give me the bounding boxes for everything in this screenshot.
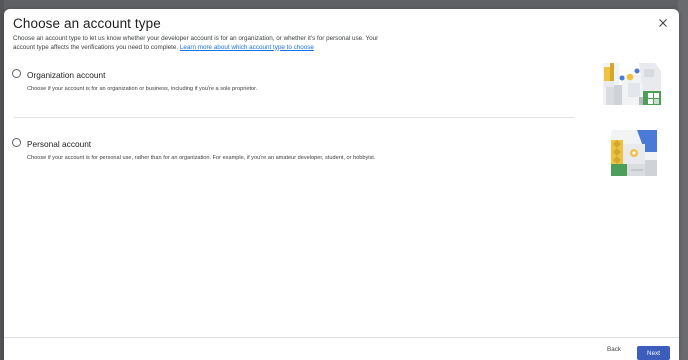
option-divider — [14, 117, 574, 118]
close-icon — [659, 19, 667, 27]
learn-more-link[interactable]: Learn more about which account type to c… — [180, 44, 314, 51]
footer-divider — [4, 337, 679, 338]
close-button[interactable] — [656, 16, 670, 30]
organization-radio[interactable] — [12, 69, 21, 78]
organization-title: Organization account — [27, 70, 106, 80]
organization-subtitle: Choose if your account is for an organiz… — [27, 86, 258, 92]
personal-radio[interactable] — [12, 138, 21, 147]
option-organization[interactable]: Organization account Choose if your acco… — [4, 61, 679, 117]
personal-title: Personal account — [27, 139, 92, 149]
back-button[interactable]: Back — [607, 346, 621, 353]
backdrop-right — [678, 0, 688, 360]
account-type-dialog: Choose an account type Choose an account… — [4, 9, 679, 360]
personal-subtitle: Choose if your account is for personal u… — [27, 155, 376, 161]
dialog-description: Choose an account type to let us know wh… — [13, 35, 383, 52]
option-personal[interactable]: Personal account Choose if your account … — [4, 130, 679, 190]
dialog-title: Choose an account type — [13, 16, 161, 31]
next-button[interactable]: Next — [637, 346, 670, 360]
organization-illustration — [603, 63, 661, 105]
personal-illustration — [611, 130, 657, 176]
